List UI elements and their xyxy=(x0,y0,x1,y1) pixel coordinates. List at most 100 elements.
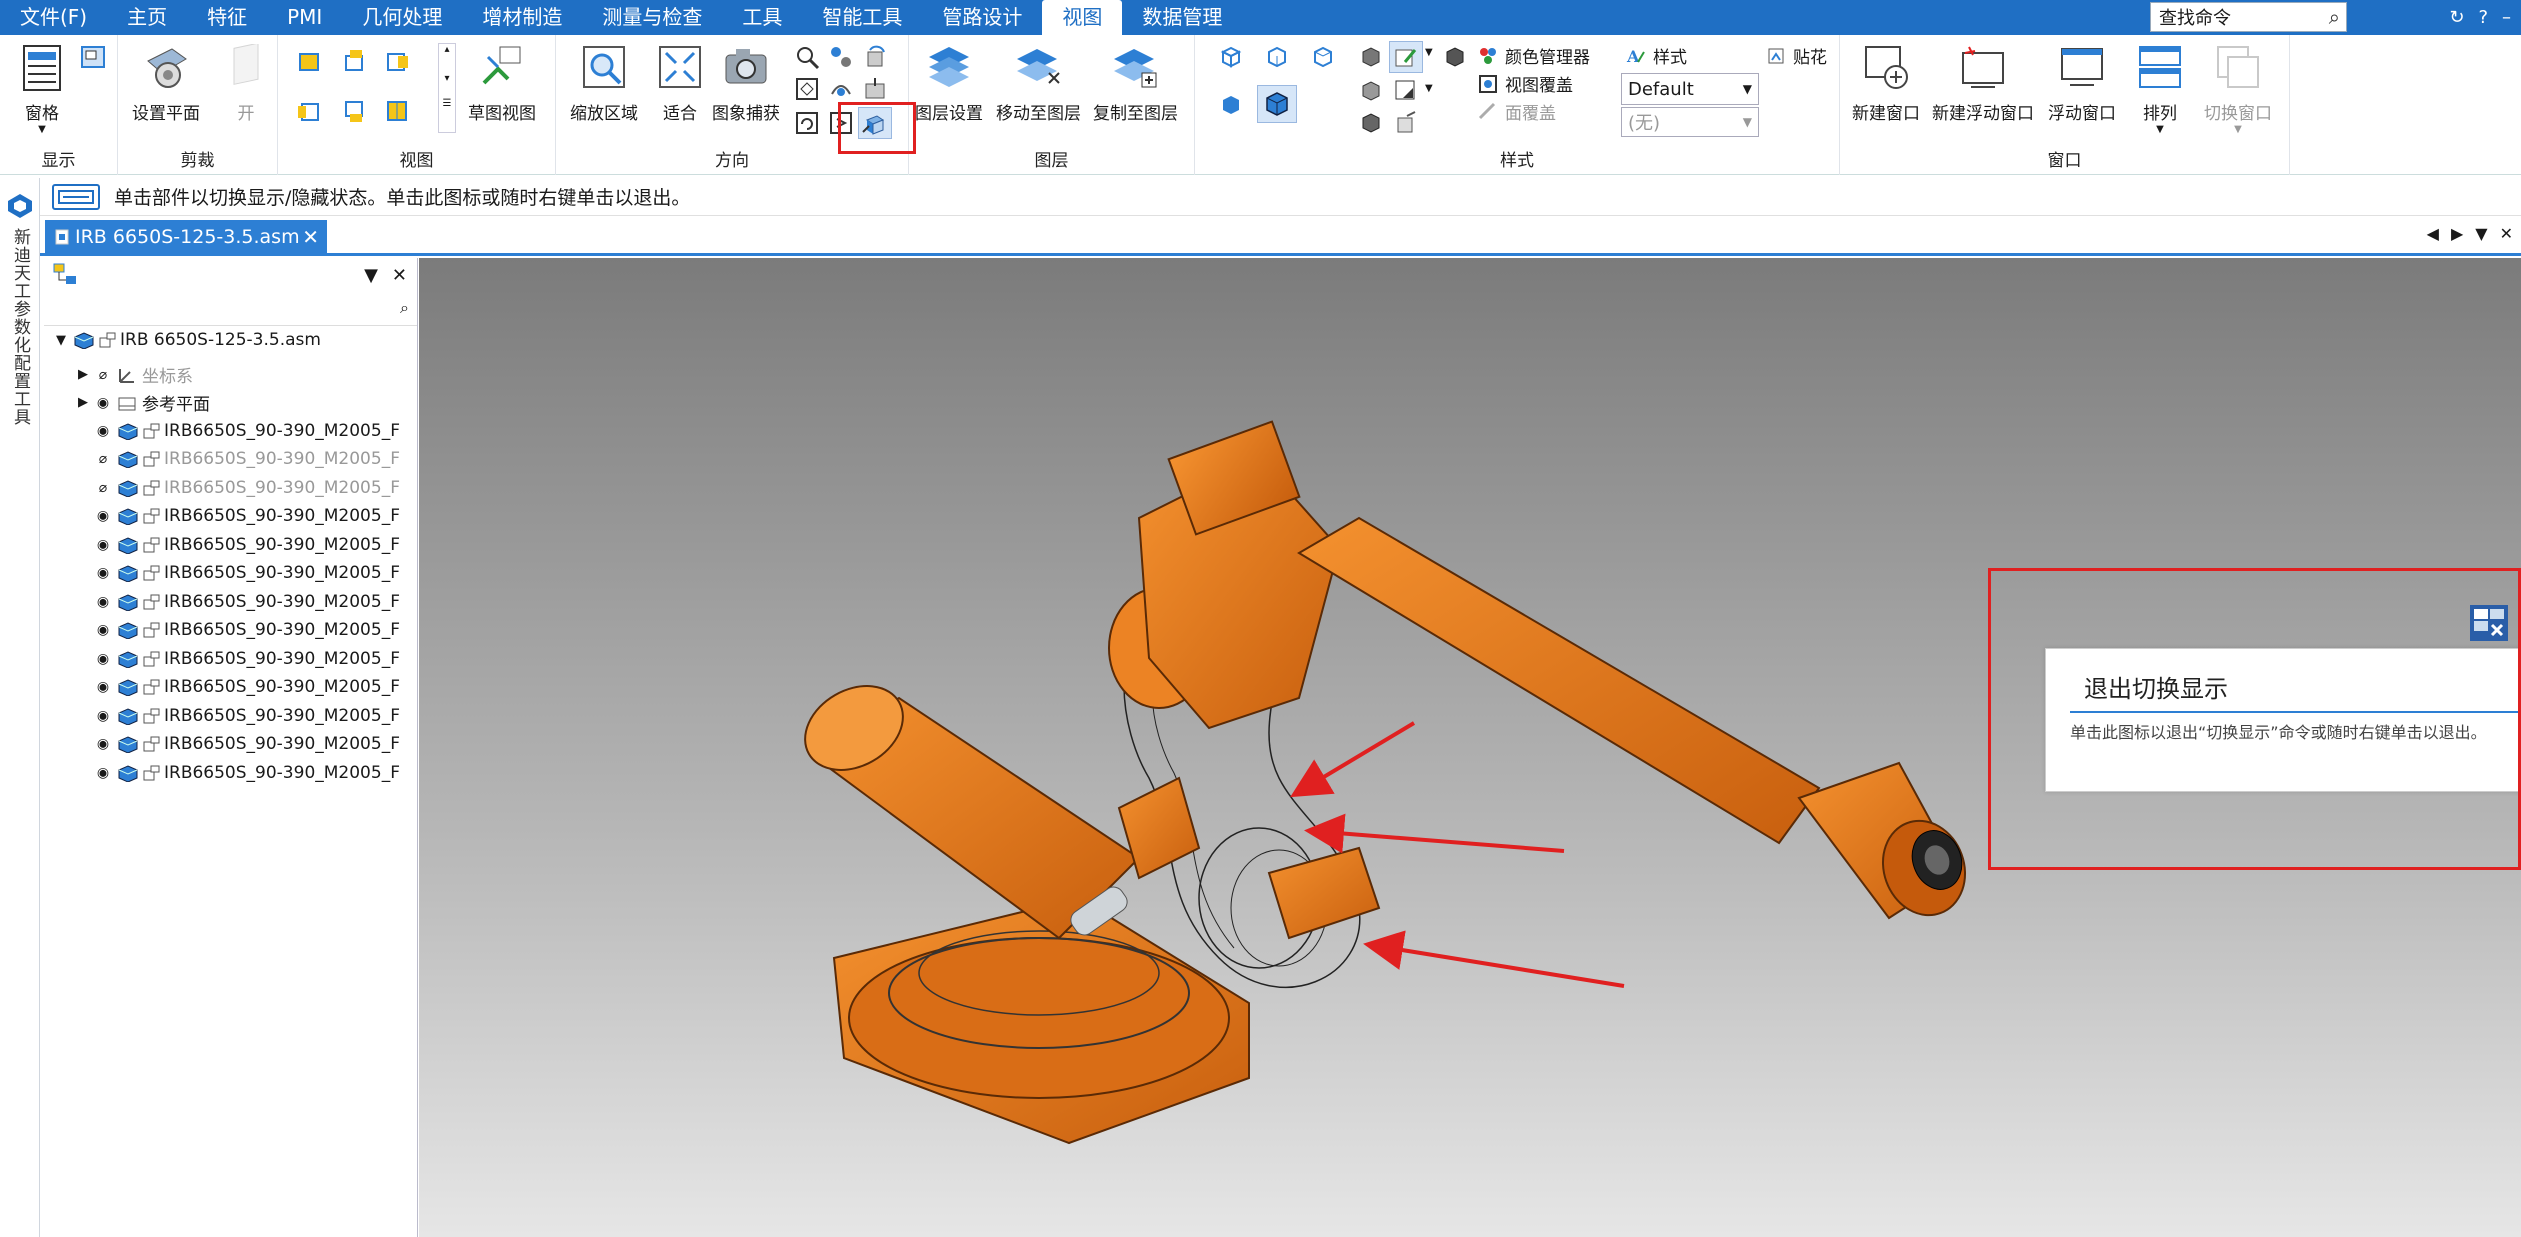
render-shaded-icon[interactable] xyxy=(1439,43,1469,71)
tree-part[interactable]: ◉ IRB6650S_90-390_M2005_F xyxy=(92,730,417,758)
tree-view-icon[interactable] xyxy=(52,262,80,288)
scroll-up-icon[interactable]: ▴ xyxy=(439,44,455,55)
eye-icon[interactable]: ◉ xyxy=(92,651,114,667)
app-logo-icon[interactable] xyxy=(6,192,34,220)
collapse-icon[interactable]: ▼ xyxy=(52,333,70,348)
view-overlay-button[interactable]: 视图覆盖 xyxy=(1477,71,1573,96)
eye-icon[interactable]: ◉ xyxy=(92,736,114,752)
layer-settings-button[interactable]: 图层设置 xyxy=(915,43,983,124)
eye-icon[interactable]: ◉ xyxy=(92,395,114,411)
perspective-icon[interactable] xyxy=(1355,77,1385,105)
floating-window-button[interactable]: 浮动窗口 xyxy=(2048,43,2116,124)
hidden-eye-icon[interactable]: ⌀ xyxy=(92,480,114,496)
eye-icon[interactable]: ◉ xyxy=(92,537,114,553)
tree-part[interactable]: ◉ IRB6650S_90-390_M2005_F xyxy=(92,588,417,616)
tree-part[interactable]: ⌀ IRB6650S_90-390_M2005_F xyxy=(92,474,417,502)
wireframe-hidden-icon[interactable] xyxy=(1261,43,1291,71)
view-left-icon[interactable] xyxy=(294,97,324,125)
tree-part[interactable]: ◉ IRB6650S_90-390_M2005_F xyxy=(92,531,417,559)
set-plane-button[interactable]: 设置平面 xyxy=(132,43,200,124)
rotate-icon[interactable] xyxy=(860,43,890,71)
tree-part[interactable]: ⌀ IRB6650S_90-390_M2005_F xyxy=(92,445,417,473)
shaded-icon[interactable] xyxy=(1215,91,1245,119)
minimize-icon[interactable]: – xyxy=(2502,7,2511,28)
pan-icon[interactable] xyxy=(826,43,856,71)
menu-item[interactable]: PMI xyxy=(267,0,342,35)
eye-icon[interactable]: ◉ xyxy=(92,708,114,724)
eye-icon[interactable]: ◉ xyxy=(92,423,114,439)
close-all-tabs-icon[interactable]: ✕ xyxy=(2500,224,2513,243)
move-to-layer-button[interactable]: 移动至图层 xyxy=(996,43,1081,124)
refresh-icon[interactable]: ↻ xyxy=(2449,7,2464,28)
command-search-input[interactable]: 查找命令 ⌕ xyxy=(2150,2,2347,32)
menu-item[interactable]: 增材制造 xyxy=(462,0,582,35)
arrange-button[interactable]: 排列 ▼ xyxy=(2136,43,2184,135)
fit-button[interactable]: 适合 xyxy=(656,43,704,124)
tree-folder-coord[interactable]: ▶ ⌀ 坐标系 xyxy=(74,361,417,389)
style-select[interactable]: Default ▼ xyxy=(1621,73,1759,105)
menu-item[interactable]: 数据管理 xyxy=(1122,0,1242,35)
tree-part[interactable]: ◉ IRB6650S_90-390_M2005_F xyxy=(92,645,417,673)
spin-icon[interactable] xyxy=(826,75,856,103)
tree-close-icon[interactable]: ✕ xyxy=(392,265,407,286)
scroll-down-icon[interactable]: ▾ xyxy=(439,73,455,84)
tree-part[interactable]: ◉ IRB6650S_90-390_M2005_F xyxy=(92,616,417,644)
zoom-previous-icon[interactable] xyxy=(792,109,822,137)
tree-part[interactable]: ◉ IRB6650S_90-390_M2005_F xyxy=(92,559,417,587)
tree-part[interactable]: ◉ IRB6650S_90-390_M2005_F xyxy=(92,673,417,701)
shadow-icon[interactable] xyxy=(1391,77,1421,105)
eye-icon[interactable]: ◉ xyxy=(92,765,114,781)
eye-icon[interactable]: ◉ xyxy=(92,679,114,695)
scroll-more-icon[interactable]: ☰ xyxy=(439,98,455,109)
clip-open-button[interactable]: 开 xyxy=(222,43,270,124)
zoom-area-button[interactable]: 缩放区域 xyxy=(570,43,638,124)
eye-icon[interactable]: ◉ xyxy=(92,508,114,524)
tab-scroll-left-icon[interactable]: ◀ xyxy=(2427,224,2439,243)
wireframe-visible-icon[interactable] xyxy=(1307,43,1337,71)
close-tab-icon[interactable]: ✕ xyxy=(302,225,319,249)
copy-to-layer-button[interactable]: 复制至图层 xyxy=(1093,43,1178,124)
edit-style-icon[interactable] xyxy=(1389,41,1423,73)
wireframe-front-icon[interactable] xyxy=(1215,43,1245,71)
menu-item[interactable]: 工具 xyxy=(722,0,802,35)
eye-icon[interactable]: ◉ xyxy=(92,594,114,610)
color-manager-button[interactable]: 颜色管理器 xyxy=(1477,43,1590,68)
sketch-view-button[interactable]: 草图视图 xyxy=(468,43,536,124)
expand-icon[interactable]: ▶ xyxy=(74,395,92,410)
render-mode-icon[interactable] xyxy=(1355,43,1385,71)
tree-search-icon[interactable]: ⌕ xyxy=(400,298,409,318)
style-button[interactable]: A 样式 xyxy=(1625,43,1687,69)
tab-list-icon[interactable]: ▼ xyxy=(2475,224,2487,243)
view-gallery-scroll[interactable]: ▴ ▾ ☰ xyxy=(438,43,456,133)
menu-item[interactable]: 智能工具 xyxy=(802,0,922,35)
image-capture-button[interactable]: 图象捕获 xyxy=(712,43,780,124)
tree-part[interactable]: ◉ IRB6650S_90-390_M2005_F xyxy=(92,759,417,787)
pane-button[interactable]: 窗格 ▼ xyxy=(18,43,66,135)
eye-icon[interactable]: ◉ xyxy=(92,622,114,638)
menu-item[interactable]: 管路设计 xyxy=(922,0,1042,35)
new-window-button[interactable]: 新建窗口 xyxy=(1852,43,1920,124)
side-panel-title[interactable]: 新迪天工参数化配置工具 xyxy=(8,228,33,426)
hidden-eye-icon[interactable]: ⌀ xyxy=(92,367,114,383)
tree-part[interactable]: ◉ IRB6650S_90-390_M2005_F xyxy=(92,417,417,445)
shadow-dropdown-icon[interactable]: ▼ xyxy=(1425,83,1433,94)
command-bar-icon[interactable] xyxy=(52,183,100,210)
switch-window-button[interactable]: 切换窗口 ▼ xyxy=(2204,43,2272,135)
previous-view-icon[interactable] xyxy=(792,75,822,103)
tree-root[interactable]: ▼ IRB 6650S-125-3.5.asm xyxy=(52,326,417,354)
zoom-icon[interactable] xyxy=(792,43,822,71)
new-floating-window-button[interactable]: 新建浮动窗口 xyxy=(1932,43,2034,124)
face-overlay-button[interactable]: 面覆盖 xyxy=(1477,99,1556,124)
edges-icon[interactable] xyxy=(1391,109,1421,137)
tab-scroll-right-icon[interactable]: ▶ xyxy=(2451,224,2463,243)
view-front-icon[interactable] xyxy=(294,47,324,75)
display-toggle-icon[interactable] xyxy=(78,43,108,71)
search-icon[interactable]: ⌕ xyxy=(2329,5,2340,29)
menu-item[interactable]: 测量与检查 xyxy=(582,0,722,35)
tree-folder-refplane[interactable]: ▶ ◉ 参考平面 xyxy=(74,389,417,417)
view-right-icon[interactable] xyxy=(382,47,412,75)
hidden-eye-icon[interactable]: ⌀ xyxy=(92,451,114,467)
menu-item[interactable]: 视图 xyxy=(1042,0,1123,35)
menu-item[interactable]: 主页 xyxy=(107,0,187,35)
silhouette-icon[interactable] xyxy=(1355,109,1385,137)
